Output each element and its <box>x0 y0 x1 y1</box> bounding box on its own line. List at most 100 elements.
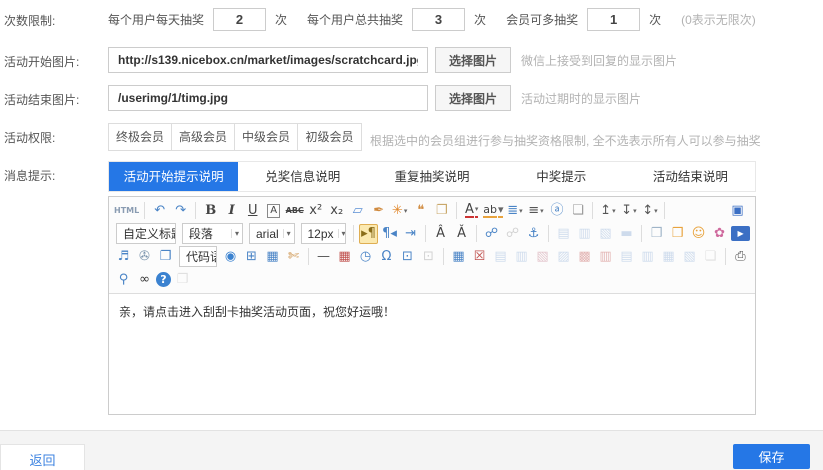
end-image-input[interactable] <box>108 85 428 111</box>
blockquote-icon[interactable]: ❝ <box>411 201 430 221</box>
member-option-intermediate[interactable]: 中级会员 <box>235 124 298 150</box>
bold-icon[interactable]: B <box>201 201 220 221</box>
paste-plain-icon[interactable]: ❐ <box>432 201 451 221</box>
back-button[interactable]: 返回 <box>0 444 85 470</box>
insert-image-icon[interactable]: ❒ <box>668 224 687 244</box>
insert-video-icon[interactable]: ▶ <box>731 226 750 241</box>
start-image-input[interactable] <box>108 47 428 73</box>
member-option-junior[interactable]: 初级会员 <box>298 124 361 150</box>
subscript-icon[interactable]: x₂ <box>327 201 346 221</box>
insert-audio-icon[interactable]: ♬ <box>114 247 133 267</box>
horizontal-rule-icon[interactable]: — <box>314 247 333 267</box>
baidu-map-icon[interactable]: ⊡ <box>398 247 417 267</box>
end-image-pick-button[interactable]: 选择图片 <box>435 85 511 111</box>
split-cell-cols-icon[interactable]: ▥ <box>638 247 657 267</box>
scrawl-icon[interactable]: ✿ <box>710 224 729 244</box>
underline-icon[interactable]: U <box>243 201 262 221</box>
start-image-pick-button[interactable]: 选择图片 <box>435 47 511 73</box>
total-draws-input[interactable] <box>412 8 465 31</box>
paste-icon[interactable]: ❐ <box>173 270 192 290</box>
insert-code-icon[interactable]: ◉ <box>221 247 240 267</box>
auto-typeset-icon[interactable]: ✳▾ <box>390 201 409 221</box>
format-painter-icon[interactable]: ✒ <box>369 201 388 221</box>
image-align-none-icon[interactable]: ▬ <box>617 224 636 244</box>
direction-ltr-icon[interactable]: ▸¶ <box>359 224 378 244</box>
paragraph-space-bottom-icon[interactable]: ↧▾ <box>619 201 638 221</box>
insert-date-icon[interactable]: ▦ <box>335 247 354 267</box>
fullscreen-icon[interactable]: ▣ <box>728 201 747 221</box>
insert-col-icon[interactable]: ▨ <box>554 247 573 267</box>
line-height-icon[interactable]: ↕▾ <box>640 201 659 221</box>
preview-icon[interactable]: ⚲ <box>114 270 133 290</box>
redo-icon[interactable]: ↷ <box>171 201 190 221</box>
image-align-left-icon[interactable]: ▤ <box>554 224 573 244</box>
remove-format-icon[interactable]: ▱ <box>348 201 367 221</box>
font-color-icon[interactable]: A▾ <box>462 201 481 221</box>
delete-row-icon[interactable]: ▩ <box>575 247 594 267</box>
undo-icon[interactable]: ↶ <box>150 201 169 221</box>
superscript-icon[interactable]: x² <box>306 201 325 221</box>
tab-win-tip[interactable]: 中奖提示 <box>497 162 626 191</box>
custom-title-select[interactable]: 自定义标题▾ <box>116 223 176 244</box>
anchor-icon[interactable]: ⚓ <box>524 224 543 244</box>
split-cell-rows-icon[interactable]: ▤ <box>617 247 636 267</box>
bordered-text-icon[interactable]: A <box>264 201 283 221</box>
image-placeholder-icon[interactable]: ❒ <box>647 224 666 244</box>
print-icon[interactable]: ⎙ <box>731 247 750 267</box>
blank-doc-icon[interactable]: ❏ <box>568 201 587 221</box>
special-char-icon[interactable]: Ω <box>377 247 396 267</box>
emotion-icon[interactable]: ☺ <box>689 224 708 244</box>
font-size-select[interactable]: 12px▾ <box>301 223 347 244</box>
blank-doc-glyph: ❏ <box>572 202 584 220</box>
highlight-color-icon[interactable]: ab▾ <box>483 201 503 221</box>
search-replace-icon[interactable]: ∞ <box>135 270 154 290</box>
font-family-select[interactable]: arial▾ <box>249 223 295 244</box>
image-align-center-icon[interactable]: ▥ <box>575 224 594 244</box>
merge-right-icon[interactable]: ▦ <box>659 247 678 267</box>
page-break-icon[interactable]: ❏ <box>701 247 720 267</box>
insert-row-icon[interactable]: ▧ <box>533 247 552 267</box>
strikethrough-icon[interactable]: ABC <box>285 201 304 221</box>
delete-col-icon[interactable]: ▥ <box>596 247 615 267</box>
merge-cells-icon[interactable]: ▥ <box>512 247 531 267</box>
member-option-ultimate[interactable]: 终极会员 <box>109 124 172 150</box>
member-option-senior[interactable]: 高级会员 <box>172 124 235 150</box>
screenshot-icon[interactable]: ✄ <box>284 247 303 267</box>
module-layout-icon[interactable]: ▦ <box>263 247 282 267</box>
google-map-icon[interactable]: ⊡ <box>419 247 438 267</box>
paragraph-select[interactable]: 段落▾ <box>182 223 243 244</box>
tab-activity-end[interactable]: 活动结束说明 <box>626 162 755 191</box>
image-align-right-icon[interactable]: ▧ <box>596 224 615 244</box>
tab-activity-start-tip[interactable]: 活动开始提示说明 <box>109 162 238 191</box>
insert-table-icon[interactable]: ▦ <box>449 247 468 267</box>
inline-anchor-icon[interactable]: ⓐ <box>547 201 566 221</box>
merge-down-icon[interactable]: ▧ <box>680 247 699 267</box>
html-source-icon[interactable]: HTML <box>114 201 139 221</box>
table-caption-icon[interactable]: ▤ <box>491 247 510 267</box>
member-extra-draws-input[interactable] <box>587 8 640 31</box>
insert-time-icon[interactable]: ◷ <box>356 247 375 267</box>
italic-icon[interactable]: I <box>222 201 241 221</box>
code-language-select[interactable]: 代码语言▾ <box>179 246 217 267</box>
insert-audio-glyph: ♬ <box>118 248 130 266</box>
editor-content[interactable]: 亲，请点击进入刮刮卡抽奖活动页面，祝您好运哦！ <box>109 294 755 414</box>
direction-rtl-icon[interactable]: ¶◂ <box>380 224 399 244</box>
char-spacing-decrease-icon[interactable]: Ǎ <box>452 224 471 244</box>
daily-draws-input[interactable] <box>213 8 266 31</box>
paragraph-space-top-icon[interactable]: ↥▾ <box>598 201 617 221</box>
ordered-list-icon[interactable]: ≣▾ <box>505 201 524 221</box>
attachment-icon[interactable]: ✇ <box>135 247 154 267</box>
delete-table-icon[interactable]: ☒ <box>470 247 489 267</box>
help-icon[interactable]: ? <box>156 272 171 287</box>
unordered-list-icon[interactable]: ≡▾ <box>526 201 545 221</box>
save-button[interactable]: 保存 <box>733 444 810 469</box>
link-icon[interactable]: ☍ <box>482 224 501 244</box>
unlink-icon[interactable]: ☍ <box>503 224 522 244</box>
tab-repeat-draw[interactable]: 重复抽奖说明 <box>367 162 496 191</box>
delete-row-glyph: ▩ <box>578 248 590 266</box>
indent-icon[interactable]: ⇥ <box>401 224 420 244</box>
char-spacing-increase-icon[interactable]: Â <box>431 224 450 244</box>
flowchart-icon[interactable]: ⊞ <box>242 247 261 267</box>
tab-redeem-info[interactable]: 兑奖信息说明 <box>238 162 367 191</box>
insert-frame-icon[interactable]: ❐ <box>156 247 175 267</box>
